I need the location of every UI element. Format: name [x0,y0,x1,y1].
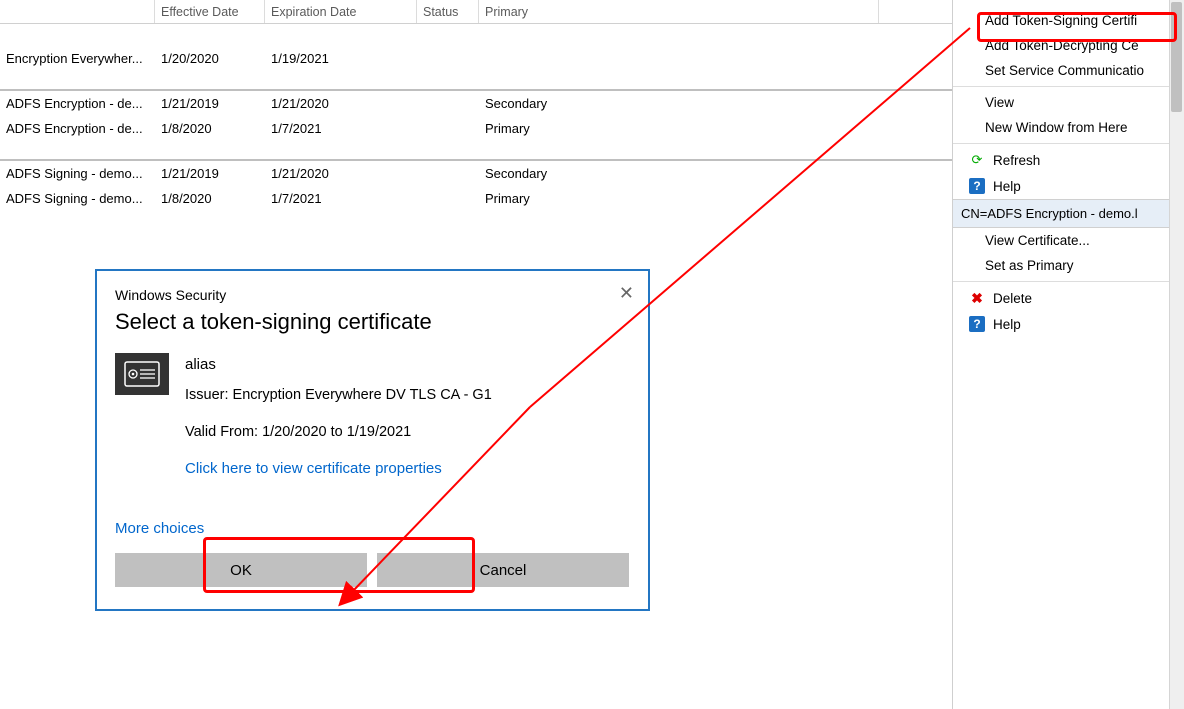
table-row[interactable]: ADFS Signing - demo... 1/21/2019 1/21/20… [0,161,952,186]
dialog-title-small: Windows Security [115,287,630,303]
cell-subject: ADFS Encryption - de... [0,96,155,111]
scrollbar[interactable] [1169,0,1184,709]
help-icon: ? [969,316,985,332]
certificate-list: Effective Date Expiration Date Status Pr… [0,0,952,709]
action-set-service-communication[interactable]: Set Service Communicatio [953,58,1184,83]
scrollbar-thumb[interactable] [1171,2,1182,112]
certificate-icon [115,353,169,395]
cell-primary: Secondary [479,96,879,111]
table-row[interactable]: Encryption Everywher... 1/20/2020 1/19/2… [0,46,952,71]
header-primary[interactable]: Primary [479,0,879,23]
header-subject[interactable] [0,0,155,23]
table-header: Effective Date Expiration Date Status Pr… [0,0,952,24]
cancel-button[interactable]: Cancel [377,553,629,587]
cell-effective: 1/21/2019 [155,96,265,111]
action-view[interactable]: View [953,90,1184,115]
cell-subject: ADFS Signing - demo... [0,166,155,181]
action-view-certificate[interactable]: View Certificate... [953,228,1184,253]
dialog-title: Select a token-signing certificate [115,309,630,335]
action-label: Delete [993,291,1032,306]
certificate-issuer: Issuer: Encryption Everywhere DV TLS CA … [185,384,492,406]
cell-expiration: 1/19/2021 [265,51,417,66]
certificate-validity: Valid From: 1/20/2020 to 1/19/2021 [185,421,492,443]
action-set-primary[interactable]: Set as Primary [953,253,1184,278]
cell-effective: 1/8/2020 [155,121,265,136]
certificate-item[interactable]: alias Issuer: Encryption Everywhere DV T… [115,353,630,480]
cell-subject: ADFS Encryption - de... [0,121,155,136]
windows-security-dialog: ✕ Windows Security Select a token-signin… [95,269,650,611]
ok-button[interactable]: OK [115,553,367,587]
action-label: Refresh [993,153,1040,168]
cell-expiration: 1/7/2021 [265,121,417,136]
action-refresh[interactable]: ⟳ Refresh [953,147,1184,173]
table-row[interactable]: ADFS Encryption - de... 1/8/2020 1/7/202… [0,116,952,141]
view-certificate-properties-link[interactable]: Click here to view certificate propertie… [185,457,492,480]
header-effective-date[interactable]: Effective Date [155,0,265,23]
pane-section-selected-cert: CN=ADFS Encryption - demo.l [953,199,1184,228]
action-delete[interactable]: ✖ Delete [953,285,1184,311]
header-expiration-date[interactable]: Expiration Date [265,0,417,23]
more-choices-link[interactable]: More choices [115,520,630,537]
header-status[interactable]: Status [417,0,479,23]
certificate-alias: alias [185,353,492,376]
cell-primary: Primary [479,121,879,136]
cell-subject: ADFS Signing - demo... [0,191,155,206]
help-icon: ? [969,178,985,194]
action-help-2[interactable]: ? Help [953,311,1184,337]
cell-expiration: 1/21/2020 [265,166,417,181]
action-label: Help [993,179,1021,194]
delete-icon: ✖ [969,290,985,306]
cell-expiration: 1/7/2021 [265,191,417,206]
cell-effective: 1/21/2019 [155,166,265,181]
cell-effective: 1/20/2020 [155,51,265,66]
actions-pane: Certificates Add Token-Signing Certifi A… [952,0,1184,709]
action-label: Help [993,317,1021,332]
close-icon[interactable]: ✕ [619,283,634,304]
action-new-window[interactable]: New Window from Here [953,115,1184,140]
table-row[interactable]: ADFS Encryption - de... 1/21/2019 1/21/2… [0,91,952,116]
cell-primary: Secondary [479,166,879,181]
action-help[interactable]: ? Help [953,173,1184,199]
cell-expiration: 1/21/2020 [265,96,417,111]
cell-subject: Encryption Everywher... [0,51,155,66]
table-row[interactable]: ADFS Signing - demo... 1/8/2020 1/7/2021… [0,186,952,211]
cell-primary: Primary [479,191,879,206]
refresh-icon: ⟳ [969,152,985,168]
action-add-token-decrypting[interactable]: Add Token-Decrypting Ce [953,33,1184,58]
cell-effective: 1/8/2020 [155,191,265,206]
action-add-token-signing[interactable]: Add Token-Signing Certifi [953,8,1184,33]
